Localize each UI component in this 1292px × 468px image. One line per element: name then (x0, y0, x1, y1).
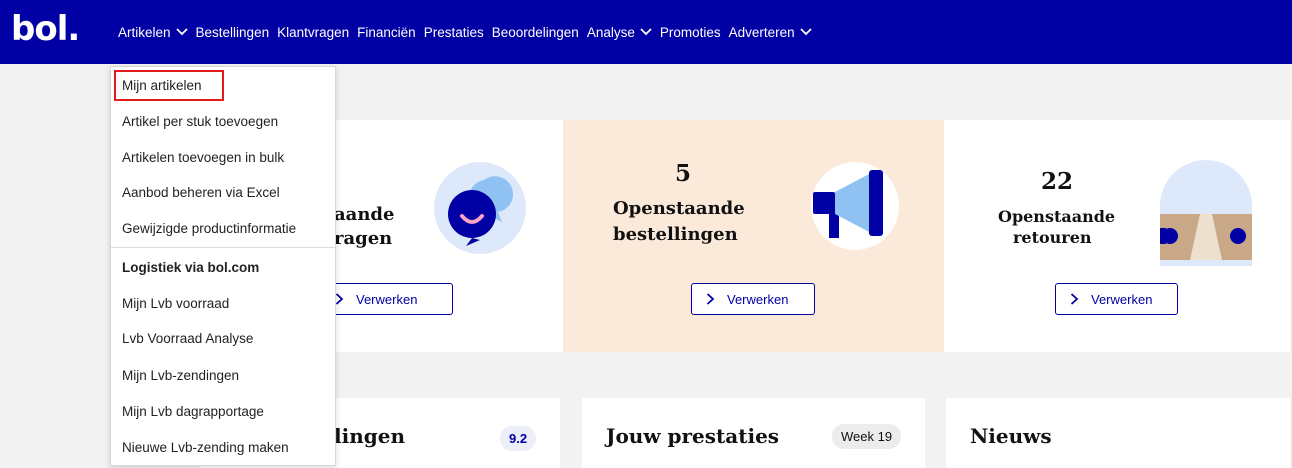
retouren-count: 22 (1041, 168, 1074, 195)
nav-klantvragen[interactable]: Klantvragen (277, 25, 349, 40)
chat-bubble-icon (434, 162, 526, 254)
nav-beoordelingen-label: Beoordelingen (491, 24, 579, 40)
menu-item-artikel-per-stuk[interactable]: Artikel per stuk toevoegen (122, 114, 278, 129)
menu-item-lvb-voorraad[interactable]: Mijn Lvb voorraad (122, 296, 229, 311)
nav-analyse[interactable]: Analyse (587, 25, 652, 40)
panel-title: lingen (334, 424, 405, 448)
nav-analyse-label: Analyse (586, 24, 635, 40)
bol-logo[interactable]: bol. (11, 12, 80, 46)
menu-item-lvb-dagrapportage[interactable]: Mijn Lvb dagrapportage (122, 404, 264, 419)
nav-artikelen-label: Artikelen (118, 24, 171, 40)
panel-nieuws: Nieuws (946, 398, 1290, 468)
bestellingen-count: 5 (675, 160, 692, 187)
panel-jouw-prestaties: Jouw prestaties Week 19 (582, 398, 925, 468)
menu-item-artikelen-bulk[interactable]: Artikelen toevoegen in bulk (122, 150, 284, 165)
top-navigation-bar: bol. Artikelen Bestellingen Klantvragen … (0, 0, 1292, 64)
menu-section-logistiek: Logistiek via bol.com (122, 260, 260, 275)
card-title-line1: aande (334, 204, 395, 225)
panel-title: Nieuws (970, 424, 1052, 448)
nav-bestellingen-label: Bestellingen (195, 24, 270, 40)
nav-beoordelingen[interactable]: Beoordelingen (492, 25, 579, 40)
card-title-line2: retouren (1013, 228, 1092, 247)
nav-bestellingen[interactable]: Bestellingen (196, 25, 270, 40)
nav-artikelen[interactable]: Artikelen (118, 25, 188, 40)
nav-financien[interactable]: Financiën (357, 25, 416, 40)
verwerken-label: Verwerken (356, 291, 418, 307)
chevron-right-icon (1070, 293, 1079, 305)
menu-item-aanbod-excel[interactable]: Aanbod beheren via Excel (122, 185, 280, 200)
card-open-retouren: 22 Openstaande retouren Verwerken (944, 120, 1290, 352)
nav-prestaties-label: Prestaties (423, 24, 484, 40)
card-title-line1: Openstaande (998, 207, 1116, 226)
menu-item-lvb-zendingen[interactable]: Mijn Lvb-zendingen (122, 368, 239, 383)
chevron-down-icon (175, 28, 188, 36)
verwerken-button[interactable]: Verwerken (691, 283, 815, 315)
card-title-line1: Openstaande (613, 198, 745, 219)
verwerken-label: Verwerken (727, 291, 789, 307)
nav-klantvragen-label: Klantvragen (277, 24, 350, 40)
nav-adverteren[interactable]: Adverteren (729, 25, 812, 40)
chevron-right-icon (335, 293, 344, 305)
chevron-down-icon (640, 28, 652, 36)
nav-prestaties[interactable]: Prestaties (424, 25, 484, 40)
nav-promoties-label: Promoties (659, 24, 721, 40)
megaphone-icon (811, 162, 899, 250)
verwerken-label: Verwerken (1091, 291, 1153, 307)
card-open-bestellingen: 5 Openstaande bestellingen Verwerken (563, 120, 944, 352)
main-nav: Artikelen Bestellingen Klantvragen Finan… (118, 0, 812, 64)
card-title-line2: bestellingen (613, 224, 738, 245)
score-badge: 9.2 (500, 426, 537, 451)
return-package-icon (1160, 160, 1252, 266)
verwerken-button[interactable]: Verwerken (320, 283, 453, 315)
chevron-down-icon (800, 28, 812, 36)
menu-item-gewijzigde-productinfo[interactable]: Gewijzigde productinformatie (122, 221, 296, 236)
menu-item-nieuwe-lvb-zending[interactable]: Nieuwe Lvb-zending maken (122, 440, 289, 455)
artikelen-dropdown-menu: Mijn artikelen Artikel per stuk toevoege… (110, 66, 336, 466)
menu-item-mijn-artikelen[interactable]: Mijn artikelen (122, 78, 202, 93)
nav-adverteren-label: Adverteren (728, 24, 795, 40)
nav-promoties[interactable]: Promoties (660, 25, 721, 40)
nav-financien-label: Financiën (357, 24, 416, 40)
card-title-line2: ragen (334, 228, 393, 249)
menu-item-lvb-voorraad-analyse[interactable]: Lvb Voorraad Analyse (122, 331, 253, 346)
chevron-right-icon (706, 293, 715, 305)
menu-divider (111, 247, 335, 248)
week-badge: Week 19 (832, 424, 902, 449)
verwerken-button[interactable]: Verwerken (1055, 283, 1178, 315)
panel-title: Jouw prestaties (606, 424, 780, 448)
